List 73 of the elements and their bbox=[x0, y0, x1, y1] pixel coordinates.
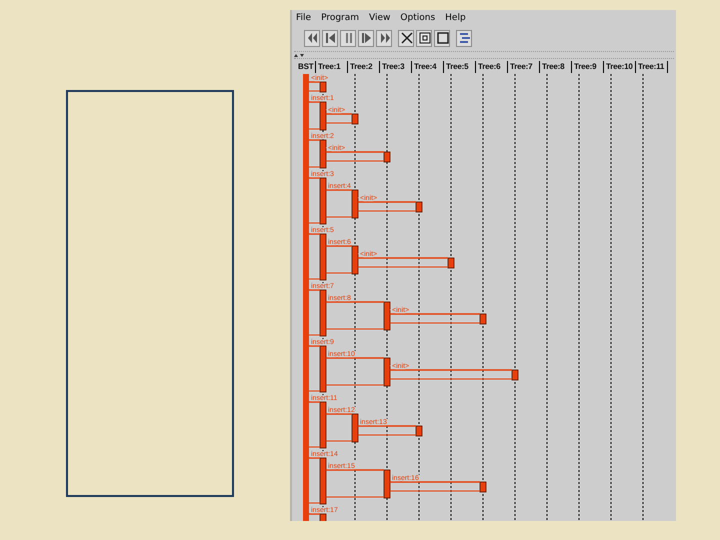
menu-item[interactable]: Options bbox=[400, 13, 436, 23]
return-line bbox=[326, 272, 352, 274]
return-line bbox=[326, 328, 384, 330]
return-line bbox=[326, 122, 352, 124]
activation-bar bbox=[512, 370, 518, 380]
fit-frame-button[interactable] bbox=[416, 30, 432, 46]
lifeline-header: Tree:9 bbox=[572, 61, 604, 73]
activation-bar bbox=[320, 290, 326, 336]
lifeline-header: Tree:6 bbox=[476, 61, 508, 73]
activation-bar bbox=[448, 258, 454, 268]
activation-bar bbox=[384, 302, 390, 330]
activation-bar bbox=[320, 346, 326, 392]
fast-forward-button[interactable] bbox=[376, 30, 392, 46]
activation-bar bbox=[416, 426, 422, 436]
step-forward-button[interactable] bbox=[358, 30, 374, 46]
return-line bbox=[326, 440, 352, 442]
menu-item[interactable]: Help bbox=[445, 13, 466, 23]
return-line bbox=[308, 222, 320, 224]
return-line bbox=[326, 384, 384, 386]
activation-bar bbox=[480, 482, 486, 492]
activation-bar bbox=[352, 414, 358, 442]
return-line bbox=[308, 128, 320, 130]
activation-bar bbox=[320, 178, 326, 224]
activation-bar bbox=[320, 102, 326, 130]
lifeline-header: Tree:3 bbox=[380, 61, 412, 73]
step-back-icon bbox=[323, 30, 337, 46]
return-line bbox=[326, 496, 384, 498]
return-line bbox=[326, 216, 352, 218]
square-frame-icon bbox=[435, 30, 449, 46]
activation-bar bbox=[320, 234, 326, 280]
activation-bar bbox=[480, 314, 486, 324]
return-line bbox=[308, 90, 320, 92]
fit-frame-icon bbox=[417, 30, 431, 46]
diagram-button[interactable] bbox=[456, 30, 472, 46]
activation-bar bbox=[416, 202, 422, 212]
menu-item[interactable]: File bbox=[296, 13, 312, 23]
lifeline-header: Tree:5 bbox=[444, 61, 476, 73]
lifeline-header: Tree:8 bbox=[540, 61, 572, 73]
return-line bbox=[308, 334, 320, 336]
lifeline-header: Tree:4 bbox=[412, 61, 444, 73]
rewind-button[interactable] bbox=[304, 30, 320, 46]
return-line bbox=[326, 160, 384, 162]
activation-bar bbox=[384, 152, 390, 162]
return-line bbox=[308, 390, 320, 392]
step-forward-icon bbox=[359, 30, 373, 46]
return-line bbox=[358, 210, 416, 212]
activation-bar bbox=[320, 514, 326, 521]
activation-bar bbox=[320, 140, 326, 168]
activation-bar bbox=[384, 470, 390, 498]
activation-bar bbox=[320, 82, 326, 92]
activation-bar bbox=[352, 190, 358, 218]
return-line bbox=[358, 434, 416, 436]
return-line bbox=[308, 166, 320, 168]
return-line bbox=[308, 502, 320, 504]
menu-item[interactable]: Program bbox=[321, 13, 360, 23]
lifeline-header: Tree:1 bbox=[316, 61, 348, 73]
lifeline-header: Tree:2 bbox=[348, 61, 380, 73]
lifeline-header: BST bbox=[296, 61, 316, 73]
activation-bar bbox=[352, 114, 358, 124]
return-line bbox=[308, 278, 320, 280]
lifeline-header: Tree:7 bbox=[508, 61, 540, 73]
activation-bar bbox=[384, 358, 390, 386]
step-back-button[interactable] bbox=[322, 30, 338, 46]
square-frame-button[interactable] bbox=[434, 30, 450, 46]
splitter-arrows-icon[interactable] bbox=[294, 52, 304, 58]
activation-bar bbox=[320, 458, 326, 504]
return-line bbox=[308, 446, 320, 448]
menu-item[interactable]: View bbox=[369, 13, 390, 23]
activation-bar bbox=[352, 246, 358, 274]
lifeline-header: Tree:10 bbox=[604, 61, 636, 73]
lifeline-header: Tree:11 bbox=[636, 61, 668, 73]
pause-button[interactable] bbox=[340, 30, 356, 46]
activation-bar bbox=[320, 402, 326, 448]
